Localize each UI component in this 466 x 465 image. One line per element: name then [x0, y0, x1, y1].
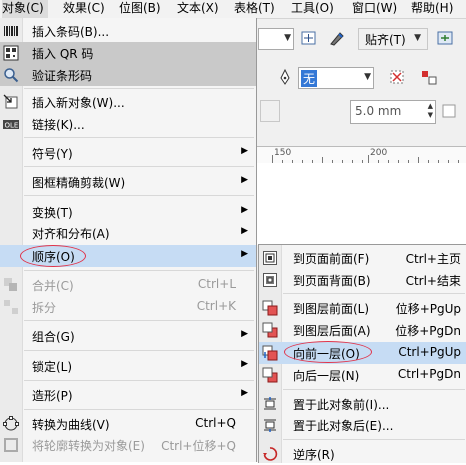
snap-label: 贴齐(T)	[365, 33, 406, 47]
size-value: 5.0 mm	[355, 104, 402, 118]
menu-item-links[interactable]: OLE 链接(K)...	[0, 113, 256, 135]
menu-effects[interactable]: 效果(C)	[63, 0, 105, 18]
submenu-arrow-icon: ▶	[241, 205, 248, 215]
menu-item-symbol[interactable]: 符号(Y) ▶	[0, 142, 256, 164]
menu-item-convert-to-curves[interactable]: 转换为曲线(V) Ctrl+Q	[0, 413, 256, 435]
menu-item-validate-barcode[interactable]: 验证条形码	[0, 64, 256, 86]
submenu-item-to-page-back[interactable]: 到页面背面(B) Ctrl+结束	[259, 269, 466, 291]
submenu-item-back-one[interactable]: 向后一层(N) Ctrl+PgDn	[259, 364, 466, 386]
behind-icon	[262, 417, 278, 433]
submenu-arrow-icon: ▶	[241, 226, 248, 236]
to-layer-back-icon	[262, 322, 278, 338]
outline-value: 无	[301, 70, 318, 87]
qr-code-icon	[3, 45, 19, 61]
object-menu: 插入条码(B)... 插入 QR 码 验证条形码 插入新对象(W)... OLE…	[0, 18, 257, 462]
wrap-icon[interactable]	[420, 68, 438, 86]
menu-item-insert-barcode[interactable]: 插入条码(B)...	[0, 20, 256, 42]
ruler-label-150: 150	[274, 148, 292, 158]
magnify-icon	[3, 67, 19, 83]
menu-item-group[interactable]: 组合(G) ▶	[0, 325, 256, 347]
property-bar: 无 ▼	[250, 63, 466, 91]
menu-bitmaps[interactable]: 位图(B)	[119, 0, 161, 18]
to-layer-front-icon	[262, 300, 278, 316]
in-front-of-icon	[262, 396, 278, 412]
menu-item-lock[interactable]: 锁定(L) ▶	[0, 355, 256, 377]
menu-item-shaping[interactable]: 造形(P) ▶	[0, 384, 256, 406]
annotation-circle-order	[20, 245, 86, 267]
submenu-arrow-icon: ▶	[241, 388, 248, 398]
menu-text[interactable]: 文本(X)	[177, 0, 219, 18]
to-page-back-icon	[262, 272, 278, 288]
submenu-item-to-layer-front[interactable]: 到图层前面(L) 位移+PgUp	[259, 297, 466, 319]
submenu-arrow-icon: ▶	[241, 175, 248, 185]
no-fill-icon[interactable]	[388, 68, 406, 86]
menu-tools[interactable]: 工具(O)	[291, 0, 334, 18]
outline-pen-icon	[276, 68, 294, 86]
break-apart-icon	[3, 299, 19, 315]
back-one-icon	[262, 367, 278, 383]
ole-icon: OLE	[3, 116, 19, 132]
forward-one-icon	[262, 345, 278, 361]
submenu-arrow-icon: ▶	[241, 146, 248, 156]
snap-grid-icon[interactable]	[300, 29, 318, 47]
snap-dropdown[interactable]: 贴齐(T) ▼	[358, 28, 428, 50]
reverse-order-icon	[262, 446, 278, 462]
barcode-icon	[3, 23, 19, 39]
ruler-label-200: 200	[370, 148, 388, 158]
submenu-arrow-icon: ▶	[241, 329, 248, 339]
menu-item-align-distribute[interactable]: 对齐和分布(A) ▶	[0, 222, 256, 244]
checkbox-square-icon[interactable]	[260, 100, 280, 122]
menu-item-transform[interactable]: 变换(T) ▶	[0, 201, 256, 223]
menu-item-combine[interactable]: 合并(C) Ctrl+L	[0, 274, 256, 296]
size-field[interactable]: 5.0 mm ▲ ▼	[350, 100, 436, 124]
to-page-front-icon	[262, 250, 278, 266]
horizontal-ruler: 150 200	[250, 146, 466, 164]
submenu-item-in-front-of[interactable]: 置于此对象前(I)...	[259, 393, 466, 415]
submenu-item-to-layer-back[interactable]: 到图层后面(A) 位移+PgDn	[259, 319, 466, 341]
pen-tool-icon[interactable]	[328, 29, 346, 47]
svg-text:OLE: OLE	[5, 122, 19, 130]
submenu-item-behind[interactable]: 置于此对象后(E)...	[259, 414, 466, 436]
insert-object-icon	[3, 94, 19, 110]
transform-icon[interactable]	[440, 102, 458, 120]
submenu-item-to-page-front[interactable]: 到页面前面(F) Ctrl+主页	[259, 247, 466, 269]
outline-width-combo[interactable]: 无 ▼	[298, 67, 374, 89]
annotation-circle-forward-one	[284, 341, 372, 363]
menu-table[interactable]: 表格(T)	[234, 0, 275, 18]
zoom-combo[interactable]: ▼	[258, 28, 294, 50]
menubar: 对象(C) 效果(C) 位图(B) 文本(X) 表格(T) 工具(O) 窗口(W…	[0, 0, 466, 19]
menu-item-insert-qr[interactable]: 插入 QR 码	[0, 42, 256, 64]
submenu-arrow-icon: ▶	[241, 359, 248, 369]
menu-item-powerclip[interactable]: 图框精确剪裁(W) ▶	[0, 171, 256, 193]
standard-toolbar: ▼ 贴齐(T) ▼	[250, 26, 466, 52]
combine-icon	[3, 277, 19, 293]
menu-window[interactable]: 窗口(W)	[352, 0, 397, 18]
outline-object-icon	[3, 437, 19, 453]
convert-curves-icon	[3, 416, 19, 432]
menu-item-outline-to-object[interactable]: 将轮廓转换为对象(E) Ctrl+位移+Q	[0, 434, 256, 456]
menu-item-insert-new-object[interactable]: 插入新对象(W)...	[0, 91, 256, 113]
menu-item-break-apart[interactable]: 拆分 Ctrl+K	[0, 296, 256, 318]
drawing-canvas[interactable]	[250, 163, 466, 245]
menu-help[interactable]: 帮助(H)	[411, 0, 453, 18]
options-icon[interactable]	[436, 29, 454, 47]
submenu-arrow-icon: ▶	[241, 249, 248, 259]
menu-object[interactable]: 对象(C)	[2, 0, 48, 18]
